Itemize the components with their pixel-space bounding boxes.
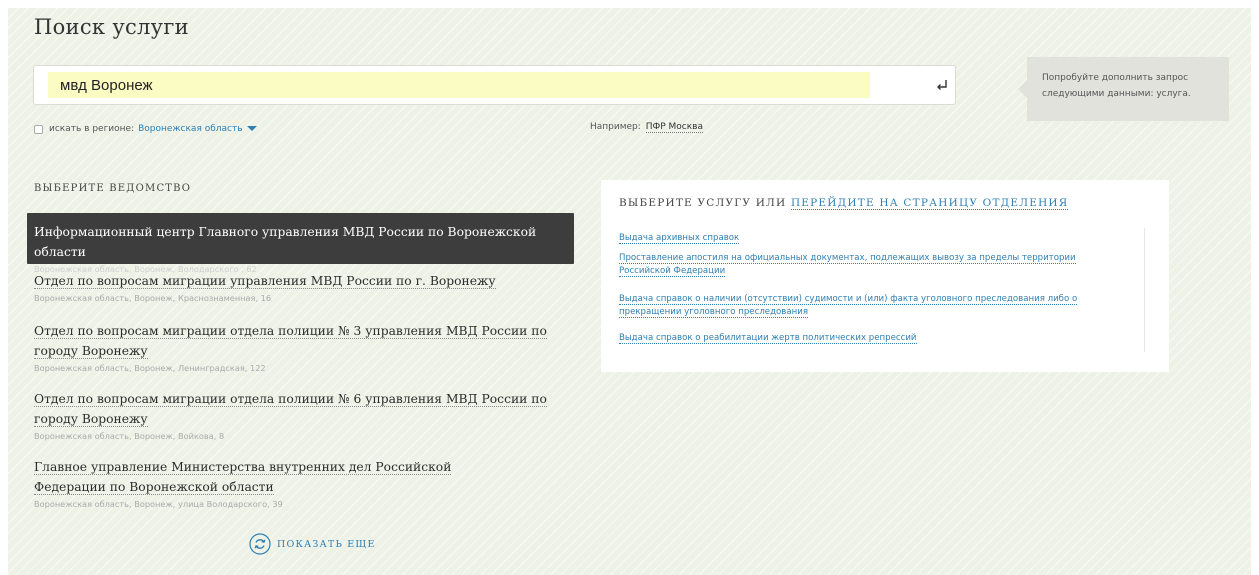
department-name: Отдел по вопросам миграции управления МВ… <box>34 274 496 289</box>
region-dropdown[interactable]: Воронежская область <box>138 124 257 134</box>
service-link-text: Выдача справок о наличии (отсутствии) су… <box>619 294 1078 318</box>
region-dropdown-value: Воронежская область <box>138 124 243 134</box>
service-link[interactable]: Выдача справок о наличии (отсутствии) су… <box>619 293 1119 319</box>
search-example: Например: ПФР Москва <box>590 122 703 133</box>
region-checkbox-label: искать в регионе: <box>49 124 135 134</box>
department-address: Воронежская область, Воронеж, улица Воло… <box>34 499 283 509</box>
department-name: Информационный центр Главного управления… <box>34 225 537 259</box>
department-item[interactable]: Главное управление Министерства внутренн… <box>27 456 527 510</box>
department-name: Главное управление Министерства внутренн… <box>34 460 452 495</box>
show-more-button[interactable]: ПОКАЗАТЬ ЕЩЕ <box>249 533 376 555</box>
service-link-text: Выдача справок о реабилитации жертв поли… <box>619 333 917 344</box>
department-address: Воронежская область, Воронеж, Ленинградс… <box>34 363 266 373</box>
services-heading: ВЫБЕРИТЕ УСЛУГУ ИЛИ ПЕРЕЙДИТЕ НА СТРАНИЦ… <box>619 197 1069 210</box>
region-filter: искать в регионе: Воронежская область <box>34 122 257 136</box>
department-name: Отдел по вопросам миграции отдела полици… <box>34 324 547 359</box>
services-heading-prefix: ВЫБЕРИТЕ УСЛУГУ ИЛИ <box>619 197 787 209</box>
department-address: Воронежская область, Воронеж, Войкова, 8 <box>34 431 225 441</box>
search-input[interactable] <box>48 72 870 98</box>
department-item[interactable]: Отдел по вопросам миграции отдела полици… <box>27 320 574 374</box>
refresh-icon <box>249 533 271 555</box>
department-item[interactable]: Отдел по вопросам миграции управления МВ… <box>27 270 574 304</box>
example-prefix: Например: <box>590 122 641 132</box>
department-item[interactable]: Отдел по вопросам миграции отдела полици… <box>27 388 574 442</box>
search-hint-tooltip: Попробуйте дополнить запрос следующими д… <box>1018 57 1229 121</box>
department-name: Отдел по вопросам миграции отдела полици… <box>34 392 547 427</box>
service-link[interactable]: Выдача справок о реабилитации жертв поли… <box>619 332 1119 345</box>
search-box <box>33 65 956 105</box>
enter-return-icon[interactable] <box>936 79 948 91</box>
services-list: Выдача архивных справок Проставление апо… <box>619 228 1145 352</box>
department-item-selected[interactable]: Информационный центр Главного управления… <box>27 213 574 274</box>
caret-down-icon <box>246 126 257 131</box>
region-checkbox[interactable] <box>34 124 43 134</box>
departments-heading: ВЫБЕРИТЕ ВЕДОМСТВО <box>34 183 192 194</box>
service-link-text: Проставление апостиля на официальных док… <box>619 253 1076 277</box>
service-link[interactable]: Проставление апостиля на официальных док… <box>619 252 1119 278</box>
service-link[interactable]: Выдача архивных справок <box>619 232 1119 245</box>
department-page-link[interactable]: ПЕРЕЙДИТЕ НА СТРАНИЦУ ОТДЕЛЕНИЯ <box>790 197 1069 210</box>
example-link[interactable]: ПФР Москва <box>645 122 703 133</box>
service-link-text: Выдача архивных справок <box>619 233 740 244</box>
department-address: Воронежская область, Воронеж, Краснознам… <box>34 293 272 303</box>
page-title: Поиск услуги <box>34 15 189 39</box>
services-panel: ВЫБЕРИТЕ УСЛУГУ ИЛИ ПЕРЕЙДИТЕ НА СТРАНИЦ… <box>601 180 1169 372</box>
show-more-label: ПОКАЗАТЬ ЕЩЕ <box>277 538 376 550</box>
